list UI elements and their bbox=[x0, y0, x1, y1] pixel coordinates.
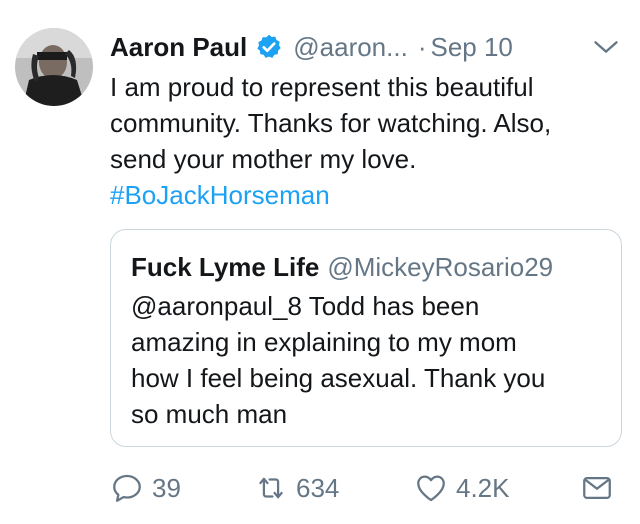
action-bar: 39 634 4.2K bbox=[0, 466, 640, 510]
quoted-author-name: Fuck Lyme Life bbox=[131, 252, 320, 282]
verified-badge-icon bbox=[255, 33, 283, 61]
tweet-header: Aaron Paul @aaron... · Sep 10 bbox=[110, 27, 628, 67]
like-count: 4.2K bbox=[456, 472, 510, 503]
tweet-text-line: send your mother my love. bbox=[110, 144, 417, 174]
quoted-tweet-card[interactable]: Fuck Lyme Life @MickeyRosario29 @aaronpau… bbox=[110, 229, 622, 447]
chevron-down-icon[interactable] bbox=[592, 33, 620, 61]
quoted-text-line: so much man bbox=[131, 399, 288, 429]
quoted-tweet-header: Fuck Lyme Life @MickeyRosario29 bbox=[131, 252, 553, 283]
retweet-count: 634 bbox=[296, 472, 340, 503]
tweet-text: I am proud to represent this beautiful c… bbox=[110, 69, 620, 213]
quoted-text-line: amazing in explaining to my mom bbox=[131, 327, 517, 357]
quoted-text-line: @aaronpaul_8 Todd has been bbox=[131, 291, 480, 321]
like-button[interactable]: 4.2K bbox=[414, 466, 510, 510]
retweet-button[interactable]: 634 bbox=[254, 466, 339, 510]
tweet-text-line: community. Thanks for watching. Also, bbox=[110, 108, 552, 138]
author-name[interactable]: Aaron Paul bbox=[110, 32, 247, 63]
quoted-text-line: how I feel being asexual. Thank you bbox=[131, 363, 546, 393]
heart-icon bbox=[417, 475, 445, 502]
tweet-text-line: I am proud to represent this beautiful bbox=[110, 72, 534, 102]
author-handle[interactable]: @aaron... bbox=[293, 32, 408, 63]
hashtag-link[interactable]: #BoJackHorseman bbox=[110, 177, 620, 213]
quoted-author-handle: @MickeyRosario29 bbox=[327, 252, 554, 282]
separator-dot: · bbox=[417, 31, 427, 62]
avatar-photo bbox=[15, 28, 93, 106]
reply-icon bbox=[113, 474, 141, 502]
quoted-tweet-text: @aaronpaul_8 Todd has been amazing in ex… bbox=[131, 288, 611, 432]
tweet-date[interactable]: Sep 10 bbox=[430, 32, 512, 63]
retweet-icon bbox=[259, 477, 283, 499]
reply-count: 39 bbox=[152, 472, 181, 503]
envelope-icon bbox=[583, 476, 611, 500]
avatar[interactable] bbox=[15, 28, 93, 106]
direct-message-button[interactable] bbox=[580, 466, 614, 510]
reply-button[interactable]: 39 bbox=[110, 466, 181, 510]
